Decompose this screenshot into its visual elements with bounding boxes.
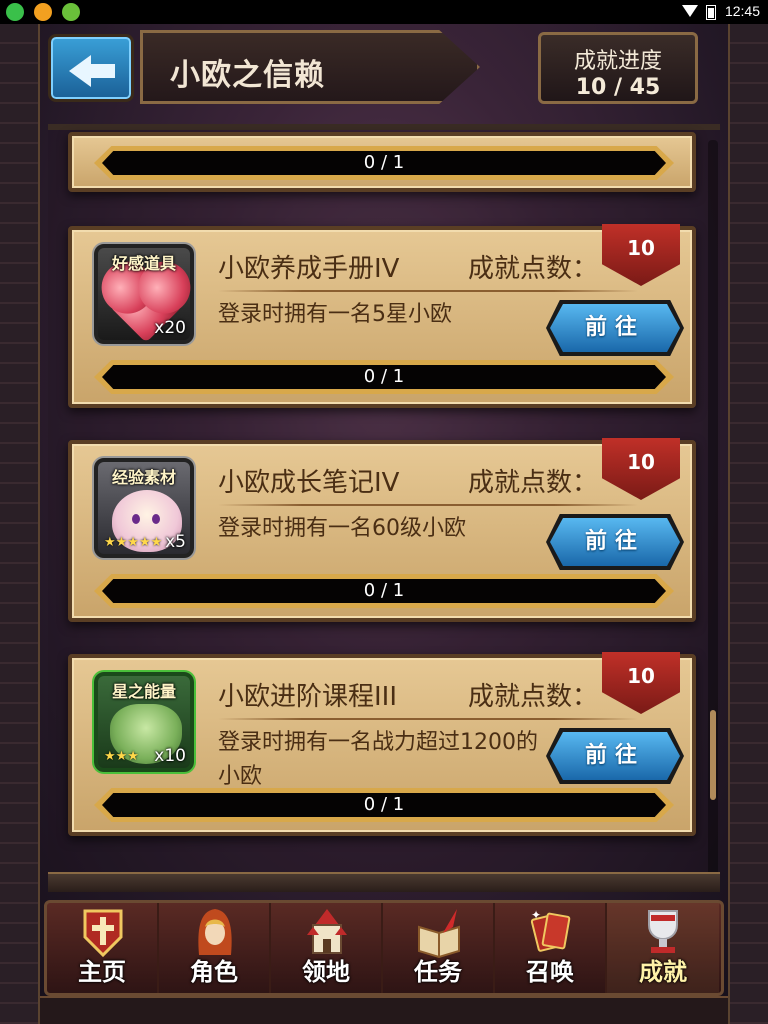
back-button[interactable]: [48, 34, 134, 102]
back-arrow-icon: [69, 55, 115, 87]
progress-bar-text: 0 / 1: [363, 580, 405, 601]
reward-quantity: x10: [154, 746, 186, 766]
achievement-description: 登录时拥有一名5星小欧: [218, 302, 452, 327]
nav-item-territory[interactable]: 领地: [271, 903, 383, 993]
points-label: 成就点数：: [468, 254, 599, 284]
rarity-stars: ★★★: [104, 749, 139, 764]
achievement-description: 登录时拥有一名战力超过1200的小欧: [218, 730, 538, 789]
right-frame: [728, 24, 768, 1024]
achievement-card-partial: 0 / 1: [68, 132, 696, 192]
progress-value: 10 / 45: [575, 75, 661, 100]
left-frame: [0, 24, 40, 1024]
leaf-app-icon: [62, 3, 80, 21]
achievement-card: 经验素材 ★★★★★ x5 小欧成长笔记IV 成就点数： 10 登录时拥有一名6…: [68, 438, 696, 622]
achievement-card: 星之能量 ★★★ x10 小欧进阶课程III 成就点数： 10 登录时拥有一名战…: [68, 652, 696, 836]
nav-label: 角色: [190, 958, 238, 986]
nav-item-home[interactable]: 主页: [47, 903, 159, 993]
go-button[interactable]: 前往: [550, 518, 680, 566]
nav-label: 主页: [78, 958, 126, 986]
reward-item-icon[interactable]: 经验素材 ★★★★★ x5: [94, 458, 194, 558]
page-title: 小欧之信赖: [170, 58, 325, 93]
reward-quantity: x20: [154, 318, 186, 338]
progress-bar-text: 0 / 1: [363, 794, 405, 815]
points-badge: 10: [602, 224, 680, 286]
divider: [218, 504, 638, 506]
progress-bar-text: 0 / 1: [363, 152, 405, 173]
app-notification-icon: [6, 3, 24, 21]
bottom-strip: [40, 996, 728, 1024]
reward-quantity: x5: [165, 532, 186, 552]
achievement-progress-box: 成就进度 10 / 45: [538, 32, 698, 104]
scrollbar-thumb[interactable]: [710, 710, 716, 800]
nav-label: 召唤: [526, 958, 574, 986]
rarity-stars: ★★★★★: [104, 535, 163, 550]
reward-item-icon[interactable]: 好感道具 x20: [94, 244, 194, 344]
reward-item-label: 星之能量: [111, 682, 176, 701]
divider: [218, 290, 638, 292]
wifi-icon: [682, 5, 698, 17]
points-badge: 10: [602, 438, 680, 500]
nav-item-characters[interactable]: 角色: [159, 903, 271, 993]
achievement-title: 小欧成长笔记IV: [218, 468, 400, 498]
go-button[interactable]: 前往: [550, 732, 680, 780]
nav-item-quests[interactable]: 任务: [383, 903, 495, 993]
points-badge: 10: [602, 652, 680, 714]
reward-item-label: 好感道具: [111, 254, 176, 273]
progress-bar-text: 0 / 1: [363, 366, 405, 387]
reward-item-icon[interactable]: 星之能量 ★★★ x10: [94, 672, 194, 772]
achievement-card: 好感道具 x20 小欧养成手册IV 成就点数： 10 登录时拥有一名5星小欧 前…: [68, 224, 696, 408]
achievement-title: 小欧进阶课程III: [218, 682, 398, 712]
divider: [218, 718, 638, 720]
svg-text:✦: ✦: [531, 908, 541, 922]
progress-label: 成就进度: [573, 49, 662, 74]
status-bar: 12:45: [0, 0, 768, 24]
nav-label: 领地: [302, 958, 350, 986]
reward-item-label: 经验素材: [111, 468, 176, 487]
go-button[interactable]: 前往: [550, 304, 680, 352]
uc-browser-icon: [34, 3, 52, 21]
points-label: 成就点数：: [468, 682, 599, 712]
points-label: 成就点数：: [468, 468, 599, 498]
nav-label: 任务: [414, 958, 462, 986]
bottom-nav: 主页 角色 领地 任务 ✦ 召唤 成就: [44, 900, 724, 996]
battery-icon: [706, 5, 716, 20]
achievement-description: 登录时拥有一名60级小欧: [218, 516, 466, 541]
list-bottom-ornament: [48, 872, 720, 892]
nav-item-achievements[interactable]: 成就: [607, 903, 719, 993]
nav-item-summon[interactable]: ✦ 召唤: [495, 903, 607, 993]
achievement-title: 小欧养成手册IV: [218, 254, 400, 284]
nav-label: 成就: [639, 958, 687, 986]
clock: 12:45: [724, 3, 760, 19]
